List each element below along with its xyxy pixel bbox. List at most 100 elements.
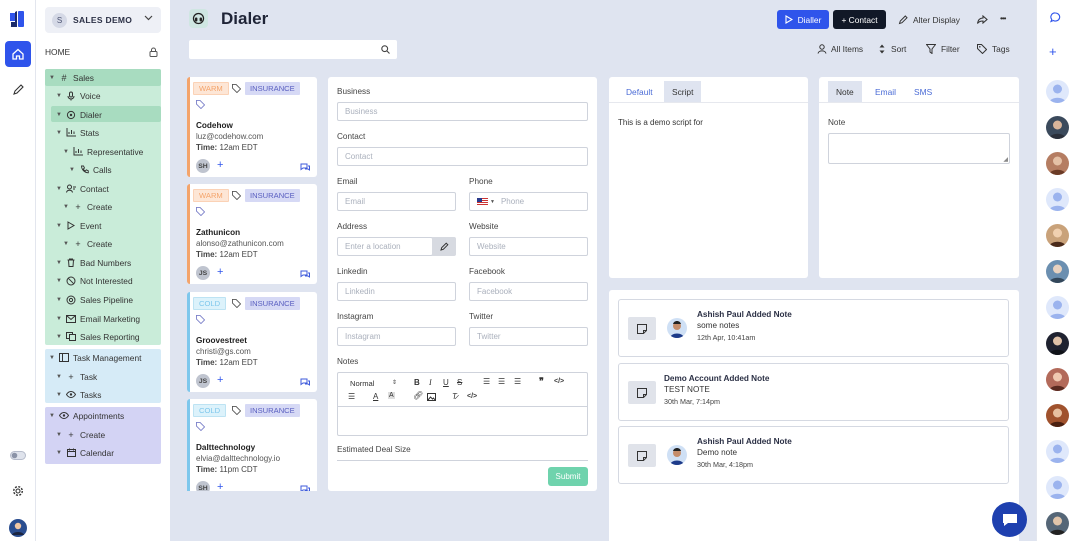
team-member-avatar[interactable] [1046,476,1069,499]
bold-icon[interactable]: B [414,378,420,387]
instagram-input[interactable]: Instagram [337,327,456,346]
search-icon[interactable] [381,45,390,54]
team-member-avatar[interactable] [1046,224,1069,247]
tab-email[interactable]: Email [867,81,904,102]
clear-format-icon[interactable]: T̷ [452,392,457,401]
tag-icon[interactable] [232,299,241,308]
sidebar-item-tasks[interactable]: ▼ Tasks [56,386,101,403]
sidebar-item-calls[interactable]: ▼ Calls [69,161,112,178]
team-member-avatar[interactable] [1046,80,1069,103]
sidebar-item-sales-pipeline[interactable]: ▼ Sales Pipeline [56,291,133,308]
linkedin-input[interactable]: Linkedin [337,282,456,301]
code-block-icon[interactable]: </> [467,393,477,400]
business-input[interactable]: Business [337,102,588,121]
pencil-icon[interactable] [5,77,31,103]
ordered-list-icon[interactable]: ☰ [483,377,490,386]
tab-note[interactable]: Note [828,81,862,102]
sidebar-item-email-marketing[interactable]: ▼ Email Marketing [56,310,140,327]
chat-icon[interactable] [1050,12,1061,23]
team-member-avatar[interactable] [1046,188,1069,211]
tags-button[interactable]: Tags [977,44,1010,54]
search-input[interactable] [189,40,397,59]
lock-icon[interactable] [149,47,158,57]
add-assignee-icon[interactable]: + [217,374,223,386]
quote-icon[interactable]: ❞ [539,376,544,387]
dialler-button[interactable]: Dialler [777,10,829,29]
contact-input[interactable]: Contact [337,147,588,166]
add-contact-button[interactable]: + Contact [833,10,886,29]
team-member-avatar[interactable] [1046,440,1069,463]
comments-icon[interactable] [300,163,310,171]
sidebar-item-appointments[interactable]: ▼ Appointments [49,407,124,424]
all-items-button[interactable]: All Items [817,44,863,54]
logo-icon[interactable] [5,6,31,32]
format-select-chevron-icon[interactable]: ⇕ [392,379,397,386]
comments-icon[interactable] [300,270,310,278]
bullet-list-icon[interactable]: ☰ [498,377,505,386]
highlight-icon[interactable]: A [388,392,395,399]
facebook-input[interactable]: Facebook [469,282,588,301]
sidebar-item-dialer[interactable]: ▼ Dialer [56,106,102,123]
website-input[interactable]: Website [469,237,588,256]
address-edit-button[interactable] [432,237,456,256]
address-input[interactable]: Enter a location [337,237,433,256]
contact-card[interactable]: COLD INSURANCE Dalttechnology elvia@dalt… [187,399,317,491]
comments-icon[interactable] [300,485,310,491]
note-textarea[interactable]: ◢ [828,133,1010,164]
sidebar-item-bad-numbers[interactable]: ▼ Bad Numbers [56,254,131,271]
image-icon[interactable] [427,393,436,401]
italic-icon[interactable]: I [429,378,432,387]
flag-icon[interactable]: ▼ [477,198,495,205]
tab-script[interactable]: Script [664,81,702,102]
deal-size-input[interactable] [337,460,588,461]
sidebar-item-task-management[interactable]: ▼ Task Management [49,349,141,366]
more-menu-icon[interactable]: ••• [1000,14,1006,23]
team-member-avatar[interactable] [1046,116,1069,139]
contact-card[interactable]: WARM INSURANCE Codehow luz@codehow.com T… [187,77,317,177]
tag-icon[interactable] [232,406,241,415]
sidebar-item-representative[interactable]: ▼ Representative [63,143,143,160]
team-member-avatar[interactable] [1046,296,1069,319]
user-avatar[interactable] [5,515,31,541]
tab-default[interactable]: Default [618,81,661,102]
link-icon[interactable]: 🔗︎ [413,391,423,400]
sidebar-item-sales[interactable]: ▼ # Sales [49,69,94,86]
contact-card[interactable]: WARM INSURANCE Zathunicon alonso@zathuni… [187,184,317,284]
sidebar-item-contact[interactable]: ▼ Contact [56,180,109,197]
add-assignee-icon[interactable]: + [217,266,223,278]
strikethrough-icon[interactable]: S [457,378,462,387]
tag-icon[interactable] [232,191,241,200]
sidebar-item-appointments-create[interactable]: ▼ + Create [56,426,105,443]
format-select[interactable]: Normal [350,379,374,388]
chevron-down-icon[interactable] [144,15,153,21]
alter-display-button[interactable]: Alter Display [896,10,962,29]
sidebar-item-not-interested[interactable]: ▼ Not Interested [56,272,133,289]
sidebar-item-contact-create[interactable]: ▼ + Create [63,198,112,215]
sidebar-item-voice[interactable]: ▼ Voice [56,87,101,104]
check-list-icon[interactable]: ☰ [514,377,521,386]
add-assignee-icon[interactable]: + [217,159,223,171]
gear-icon[interactable] [5,478,31,504]
share-icon[interactable] [977,15,988,24]
sidebar-item-task[interactable]: ▼ + Task [56,368,97,385]
chat-widget-button[interactable] [992,502,1027,537]
team-member-avatar[interactable] [1046,404,1069,427]
sidebar-item-event[interactable]: ▼ Event [56,217,101,234]
sidebar-item-event-create[interactable]: ▼ + Create [63,235,112,252]
home-label[interactable]: HOME [45,47,70,57]
comments-icon[interactable] [300,378,310,386]
text-color-icon[interactable]: A [373,392,378,401]
submit-button[interactable]: Submit [548,467,588,486]
tag-icon[interactable] [232,84,241,93]
toggle-icon[interactable] [5,442,31,468]
team-member-avatar[interactable] [1046,332,1069,355]
sort-button[interactable]: Sort [878,44,906,54]
filter-button[interactable]: Filter [926,44,960,54]
sidebar-item-sales-reporting[interactable]: ▼ Sales Reporting [56,328,140,345]
add-assignee-icon[interactable]: + [217,481,223,491]
tab-sms[interactable]: SMS [906,81,940,102]
sidebar-item-calendar[interactable]: ▼ Calendar [56,444,114,461]
resize-handle-icon[interactable]: ◢ [1003,156,1008,163]
add-icon[interactable]: + [1049,44,1057,59]
team-member-avatar[interactable] [1046,152,1069,175]
